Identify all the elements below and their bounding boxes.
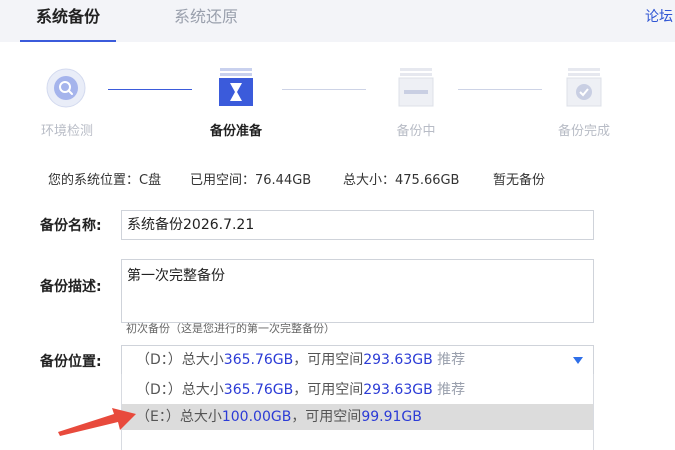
system-location-info: 您的系统位置：C盘 [48, 173, 162, 188]
backup-location-label: 备份位置: [40, 354, 102, 370]
drive-dropdown-list: （D：）总大小365.76GB，可用空间293.63GB 推荐 （E：）总大小1… [121, 374, 594, 450]
chevron-down-icon[interactable] [573, 357, 583, 364]
tab-bar: 系统备份 系统还原 论坛 [0, 0, 675, 42]
forum-link[interactable]: 论坛 [645, 6, 673, 26]
backup-desc-label: 备份描述: [40, 279, 102, 295]
used-space-info: 已用空间：76.44GB [190, 173, 312, 188]
total-size-info: 总大小：475.66GB [343, 173, 460, 188]
step-connector-3 [458, 89, 542, 90]
step-label-backup-done: 备份完成 [557, 124, 610, 139]
tab-system-backup[interactable]: 系统备份 [20, 0, 116, 42]
backup-name-label: 备份名称: [40, 218, 102, 234]
backup-location-select[interactable]: （D：）总大小365.76GB，可用空间293.63GB 推荐 [121, 345, 594, 375]
step-label-backing-up: 备份中 [396, 124, 436, 139]
hourglass-icon [219, 68, 253, 106]
step-connector-2 [282, 89, 366, 90]
backup-desc-hint: 初次备份（这是您进行的第一次完整备份） [126, 322, 335, 335]
backup-name-input[interactable]: 系统备份2026.7.21 [121, 210, 594, 240]
backup-status-info: 暂无备份 [493, 173, 546, 188]
check-drive-icon [566, 68, 602, 107]
tab-system-restore[interactable]: 系统还原 [174, 0, 238, 40]
step-label-backup-prep: 备份准备 [209, 124, 262, 139]
search-icon [46, 68, 86, 108]
backup-desc-textarea[interactable]: 第一次完整备份 [121, 259, 594, 323]
drive-option-d[interactable]: （D：）总大小365.76GB，可用空间293.63GB 推荐 [122, 377, 593, 403]
step-label-env-check: 环境检测 [40, 124, 93, 139]
backup-drive-icon [398, 68, 434, 107]
selected-drive-value: （D：）总大小365.76GB，可用空间293.63GB 推荐 [136, 352, 466, 368]
annotation-arrow-icon [58, 408, 136, 436]
step-connector-1 [108, 89, 192, 90]
drive-option-e[interactable]: （E：）总大小100.00GB，可用空间99.91GB [122, 404, 593, 430]
